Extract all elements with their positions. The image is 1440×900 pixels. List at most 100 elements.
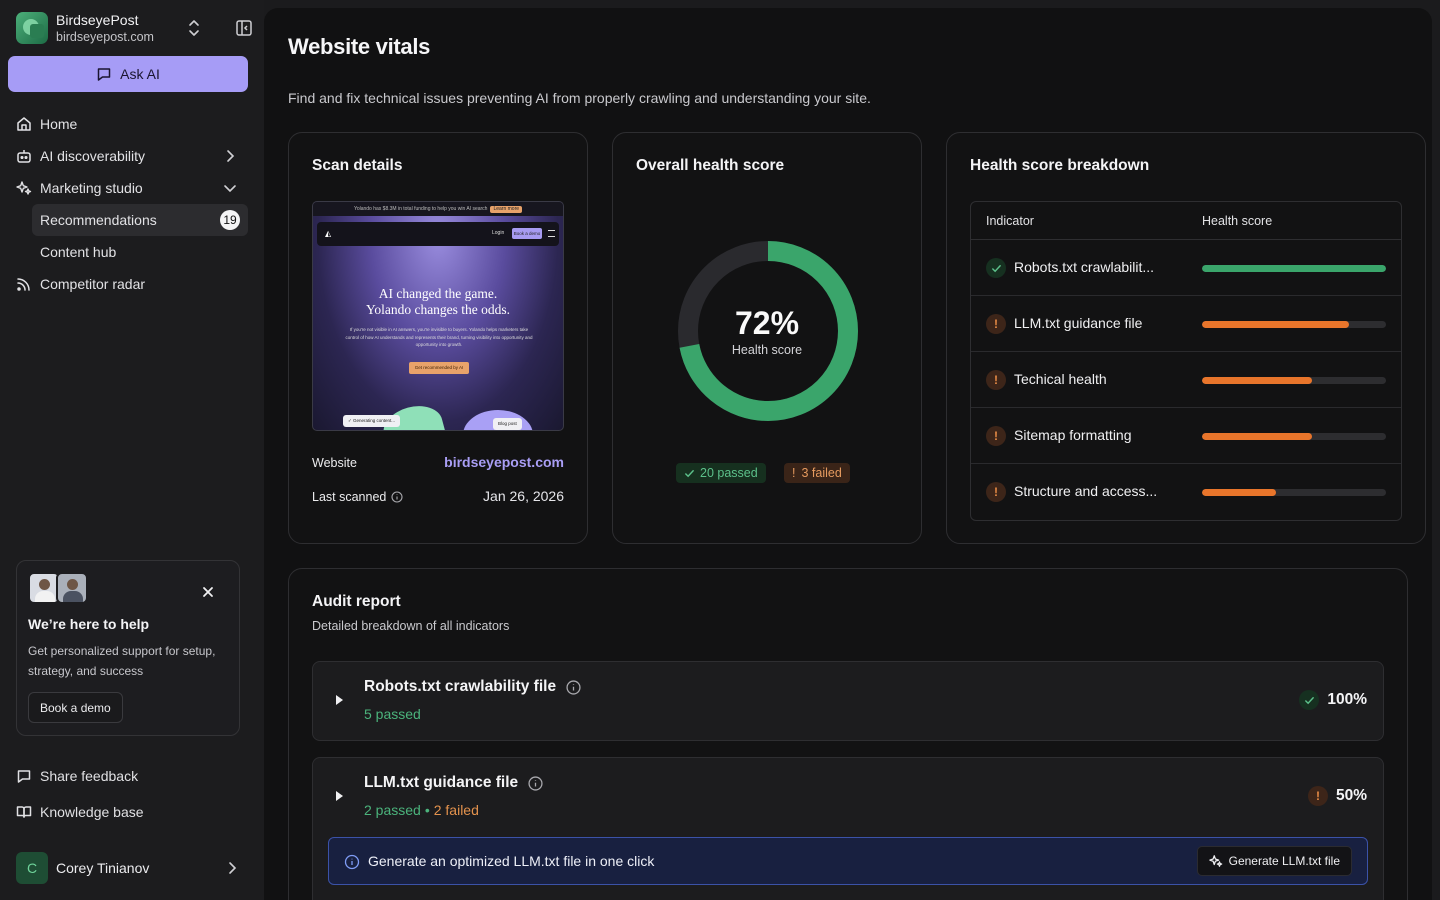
table-row: ! Structure and access... <box>971 464 1401 520</box>
audit-item-robots[interactable]: Robots.txt crawlability file 5 passed 10… <box>312 661 1384 741</box>
audit-item-llm[interactable]: LLM.txt guidance file 2 passed • 2 failed … <box>312 757 1384 900</box>
health-score-bar-fill <box>1202 265 1386 272</box>
caret-right-icon[interactable] <box>336 791 343 801</box>
nav-label: Marketing studio <box>40 180 143 196</box>
nav-item-marketing-studio[interactable]: Marketing studio <box>8 172 248 204</box>
nav-item-ai-discoverability[interactable]: AI discoverability <box>8 140 248 172</box>
exclamation-circle-icon: ! <box>986 426 1006 446</box>
audit-item-title: LLM.txt guidance file <box>364 774 543 792</box>
health-score-bar <box>1202 377 1386 384</box>
info-icon <box>344 854 360 870</box>
indicator-name: Sitemap formatting <box>1014 427 1132 443</box>
home-icon <box>16 116 32 132</box>
health-score-bar-fill <box>1202 433 1313 440</box>
chevron-up-down-icon[interactable] <box>186 18 202 38</box>
exclamation-icon: ! <box>792 466 796 480</box>
info-icon[interactable] <box>528 775 543 791</box>
indicator-name: Robots.txt crawlabilit... <box>1014 259 1155 275</box>
sidebar-collapse-icon[interactable] <box>234 18 254 38</box>
indicator-name: Techical health <box>1014 371 1107 387</box>
scan-details-card: Scan details Yolando has $8.3M in total … <box>288 132 588 544</box>
preview-button: Get recommended by AI <box>409 362 469 374</box>
card-title: Scan details <box>312 157 403 174</box>
card-title: Overall health score <box>636 157 785 174</box>
workspace-switcher[interactable]: BirdseyePost birdseyepost.com <box>16 10 252 46</box>
nav-item-competitor-radar[interactable]: Competitor radar <box>8 268 248 300</box>
table-row: ! Techical health <box>971 352 1401 408</box>
indicator-name: Structure and access... <box>1014 483 1158 499</box>
table-header: Indicator Health score <box>971 202 1401 240</box>
knowledge-base-link[interactable]: Knowledge base <box>16 800 144 824</box>
close-icon[interactable] <box>201 585 215 599</box>
book-demo-button[interactable]: Book a demo <box>28 692 123 723</box>
nav-item-recommendations[interactable]: Recommendations 19 <box>32 204 248 236</box>
health-score-bar <box>1202 321 1386 328</box>
table-row: Robots.txt crawlabilit... <box>971 240 1401 296</box>
brand-domain: birdseyepost.com <box>56 29 154 44</box>
chevron-right-icon <box>227 150 235 162</box>
caret-right-icon[interactable] <box>336 695 343 705</box>
health-score-value: 72% <box>734 305 800 341</box>
nav-label: AI discoverability <box>40 148 146 164</box>
info-icon[interactable] <box>566 679 581 695</box>
health-score-bar-fill <box>1202 489 1276 496</box>
page-title: Website vitals <box>288 34 431 59</box>
exclamation-circle-icon: ! <box>1307 786 1328 806</box>
brand-logo <box>16 12 48 44</box>
card-title: Audit report <box>312 593 401 610</box>
book-open-icon <box>16 804 32 820</box>
health-breakdown-card: Health score breakdown Indicator Health … <box>946 132 1426 544</box>
table-body: Robots.txt crawlabilit... ! LLM.txt guidan… <box>971 240 1401 520</box>
knowledge-base-label: Knowledge base <box>40 804 144 820</box>
audit-item-score: ! 50% <box>1307 786 1367 806</box>
recommendations-count-badge: 19 <box>220 210 240 230</box>
column-header-indicator: Indicator <box>986 214 1034 228</box>
page-subtitle: Find and fix technical issues preventing… <box>288 90 871 106</box>
feedback-icon <box>16 768 32 784</box>
nav-label: Recommendations <box>40 212 157 228</box>
nav-label: Competitor radar <box>40 276 146 292</box>
user-menu[interactable]: C Corey Tinianov <box>16 852 248 884</box>
user-avatar: C <box>16 852 48 884</box>
audit-item-stats: 2 passed • 2 failed <box>364 802 479 818</box>
info-icon[interactable] <box>391 491 403 503</box>
user-name: Corey Tinianov <box>56 860 150 876</box>
exclamation-circle-icon: ! <box>986 482 1006 502</box>
passed-badge: 20 passed <box>676 463 766 483</box>
share-feedback-link[interactable]: Share feedback <box>16 764 138 788</box>
ask-ai-label: Ask AI <box>120 66 160 82</box>
nav-item-home[interactable]: Home <box>8 108 248 140</box>
table-row: ! Sitemap formatting <box>971 408 1401 464</box>
table-row: ! LLM.txt guidance file <box>971 296 1401 352</box>
health-score-bar <box>1202 489 1386 496</box>
brand-name: BirdseyePost <box>56 11 139 28</box>
sparkles-icon <box>16 180 32 196</box>
chat-bubble-icon <box>97 68 111 81</box>
card-title: Health score breakdown <box>970 157 1150 174</box>
support-avatars <box>28 572 90 604</box>
audit-report-card: Audit report Detailed breakdown of all i… <box>288 568 1408 900</box>
nav-item-content-hub[interactable]: Content hub <box>32 236 248 268</box>
preview-chip: Blog post <box>493 418 522 430</box>
exclamation-circle-icon: ! <box>986 370 1006 390</box>
generate-llm-button[interactable]: Generate LLM.txt file <box>1196 846 1352 876</box>
failed-badge: ! 3 failed <box>784 463 850 483</box>
website-link[interactable]: birdseyepost.com <box>444 454 564 470</box>
chevron-down-icon <box>224 185 236 193</box>
audit-item-title: Robots.txt crawlability file <box>364 678 581 696</box>
sparkles-icon <box>1208 855 1222 867</box>
menu-icon <box>548 230 555 237</box>
preview-cta: Book a demo <box>512 228 542 239</box>
nav-label: Content hub <box>40 244 117 260</box>
preview-chip: ✓ Generating content... <box>343 415 401 427</box>
health-score-bar <box>1202 265 1386 272</box>
health-score-bar <box>1202 433 1386 440</box>
last-scanned-label: Last scanned <box>312 490 403 504</box>
chevron-right-icon <box>229 862 237 874</box>
share-feedback-label: Share feedback <box>40 768 139 784</box>
exclamation-circle-icon: ! <box>986 314 1006 334</box>
ask-ai-button[interactable]: Ask AI <box>8 56 248 92</box>
website-preview-thumbnail: Yolando has $8.3M in total funding to he… <box>312 201 564 431</box>
check-icon <box>685 469 694 477</box>
audit-subtitle: Detailed breakdown of all indicators <box>312 619 510 633</box>
